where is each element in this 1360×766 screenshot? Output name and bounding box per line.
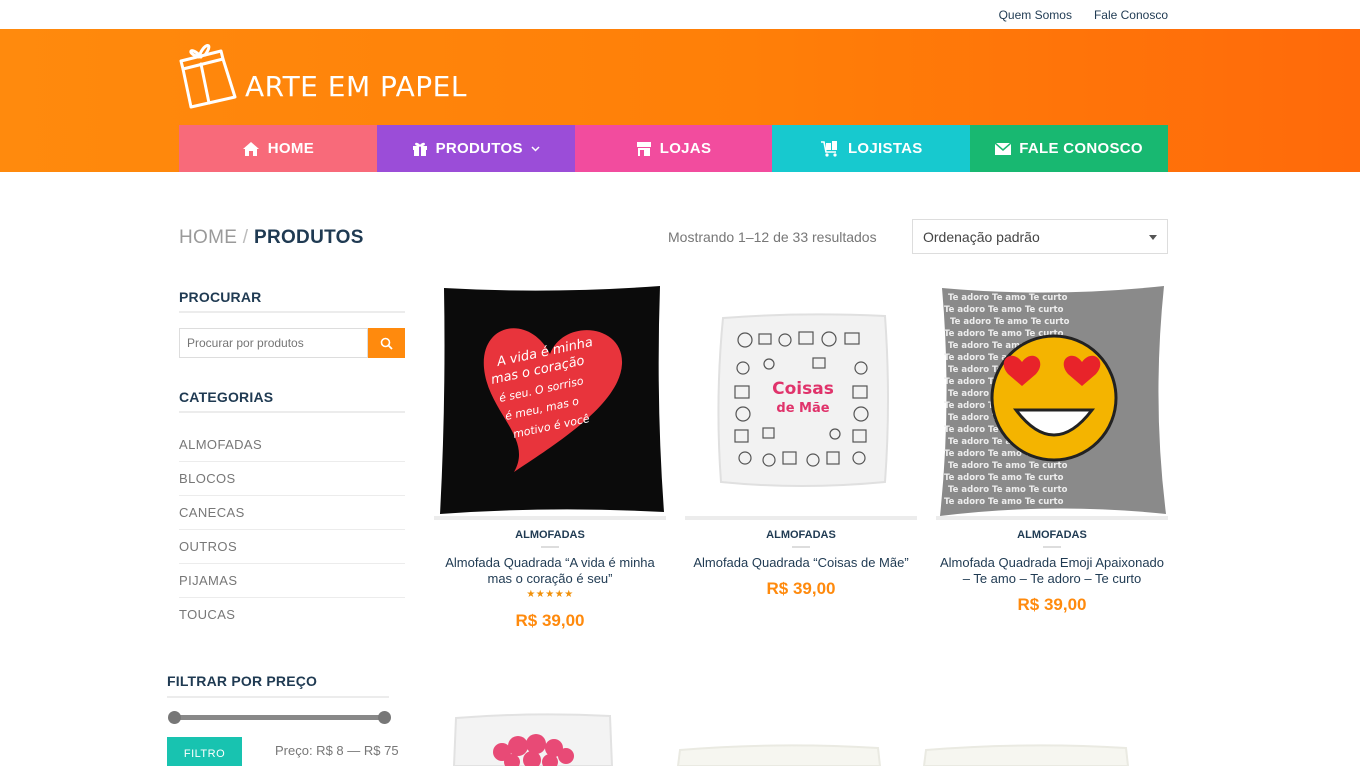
product-category: ALMOFADAS xyxy=(1017,529,1087,541)
product-image[interactable] xyxy=(452,712,614,766)
home-icon xyxy=(242,141,259,156)
category-list: ALMOFADAS BLOCOS CANECAS OUTROS PIJAMAS … xyxy=(179,428,405,632)
svg-text:de Mãe: de Mãe xyxy=(776,401,829,416)
product-price: R$ 39,00 xyxy=(766,579,836,598)
store-icon xyxy=(636,141,651,156)
product-title-line: – Te amo – Te adoro – Te curto xyxy=(962,571,1142,586)
product-card: A vida é minha mas o coração é seu. O so… xyxy=(434,284,666,634)
category-toucas[interactable]: TOUCAS xyxy=(179,598,405,632)
site-header: ARTE EM PAPEL HOME PRODUTOS LOJAS LOJIST… xyxy=(0,29,1360,172)
product-title[interactable]: Almofada Quadrada Emoji Apaixonado – Te … xyxy=(936,555,1168,587)
svg-text:Te adoro Te amo Te curto: Te adoro Te amo Te curto xyxy=(948,293,1068,303)
quem-somos-link[interactable]: Quem Somos xyxy=(999,8,1072,22)
product-price: R$ 39,00 xyxy=(515,611,585,630)
nav-lojas-label: LOJAS xyxy=(659,140,712,157)
filter-button[interactable]: FILTRO xyxy=(167,737,242,766)
product-image[interactable]: A vida é minha mas o coração é seu. O so… xyxy=(434,284,666,520)
category-canecas[interactable]: CANECAS xyxy=(179,496,405,530)
cart-icon xyxy=(820,140,837,157)
svg-text:Te adoro Te amo Te curto: Te adoro Te amo Te curto xyxy=(944,473,1064,483)
caret-down-icon xyxy=(1149,235,1157,240)
gift-icon xyxy=(412,142,427,156)
divider xyxy=(1043,546,1061,548)
nav-fale-conosco[interactable]: FALE CONOSCO xyxy=(970,125,1168,172)
product-title-line: Almofada Quadrada “Coisas de Mãe” xyxy=(693,555,909,570)
product-title[interactable]: Almofada Quadrada “Coisas de Mãe” xyxy=(685,555,917,571)
product-price: R$ 39,00 xyxy=(1017,595,1087,614)
result-count: Mostrando 1–12 de 33 resultados xyxy=(668,229,877,245)
svg-text:Te adoro Te amo Te curto: Te adoro Te amo Te curto xyxy=(950,317,1070,327)
svg-text:Te adoro Te amo Te curto: Te adoro Te amo Te curto xyxy=(944,305,1064,315)
nav-fale-label: FALE CONOSCO xyxy=(1019,140,1143,157)
nav-lojistas[interactable]: LOJISTAS xyxy=(772,125,971,172)
price-filter-title: FILTRAR POR PREÇO xyxy=(167,673,318,689)
categories-widget-title: CATEGORIAS xyxy=(179,389,274,405)
product-title-line: Almofada Quadrada “A vida é minha xyxy=(445,555,655,570)
product-image[interactable]: Coisas de Mãe xyxy=(685,284,917,520)
svg-text:Te adoro Te amo Te curto: Te adoro Te amo Te curto xyxy=(948,461,1068,471)
orderby-select[interactable]: Ordenação padrão xyxy=(912,219,1168,254)
top-links: Quem Somos Fale Conosco xyxy=(999,8,1168,22)
fale-conosco-link[interactable]: Fale Conosco xyxy=(1094,8,1168,22)
nav-home-label: HOME xyxy=(267,140,314,157)
divider xyxy=(541,546,559,548)
product-image[interactable] xyxy=(676,740,882,766)
image-shadow xyxy=(936,516,1168,520)
chevron-down-icon xyxy=(531,145,540,152)
nav-lojas[interactable]: LOJAS xyxy=(574,125,773,172)
envelope-icon xyxy=(995,142,1012,155)
image-shadow xyxy=(434,516,666,520)
top-bar: Quem Somos Fale Conosco xyxy=(0,0,1360,29)
breadcrumb-current: PRODUTOS xyxy=(253,227,364,248)
product-title[interactable]: Almofada Quadrada “A vida é minha mas o … xyxy=(434,555,666,587)
search-widget-title: PROCURAR xyxy=(179,289,262,305)
product-category: ALMOFADAS xyxy=(515,529,585,541)
site-logo[interactable]: ARTE EM PAPEL xyxy=(179,39,467,109)
star-rating: ★★★★★ xyxy=(526,589,574,600)
brand-name: ARTE EM PAPEL xyxy=(245,70,467,103)
product-search-input[interactable] xyxy=(179,328,368,358)
nav-produtos-label: PRODUTOS xyxy=(435,140,523,157)
product-category: ALMOFADAS xyxy=(766,529,836,541)
product-image[interactable] xyxy=(922,740,1130,766)
product-image[interactable]: Te adoro Te amo Te curto Te adoro Te amo… xyxy=(936,284,1168,520)
divider xyxy=(792,546,810,548)
search-button[interactable] xyxy=(368,328,405,358)
main-nav: HOME PRODUTOS LOJAS LOJISTAS FALE CONOSC… xyxy=(179,125,1168,172)
svg-text:Coisas: Coisas xyxy=(772,379,834,399)
category-pijamas[interactable]: PIJAMAS xyxy=(179,564,405,598)
svg-text:Te adoro Te amo Te curto: Te adoro Te amo Te curto xyxy=(944,497,1064,507)
orderby-value: Ordenação padrão xyxy=(923,229,1040,245)
divider xyxy=(167,696,389,698)
category-outros[interactable]: OUTROS xyxy=(179,530,405,564)
divider xyxy=(179,311,405,313)
nav-produtos[interactable]: PRODUTOS xyxy=(376,125,575,172)
breadcrumb-home[interactable]: HOME xyxy=(179,227,237,248)
category-almofadas[interactable]: ALMOFADAS xyxy=(179,428,405,462)
price-slider-min-handle[interactable] xyxy=(168,711,181,724)
nav-lojistas-label: LOJISTAS xyxy=(847,140,923,157)
image-shadow xyxy=(685,516,917,520)
price-range-label: Preço: R$ 8 — R$ 75 xyxy=(275,743,399,758)
svg-text:Te adoro Te amo Te curto: Te adoro Te amo Te curto xyxy=(948,485,1068,495)
product-title-line: Almofada Quadrada Emoji Apaixonado xyxy=(939,555,1165,570)
gift-box-logo-icon xyxy=(179,44,237,109)
product-card: Coisas de Mãe ALMOFADAS Almofada Quadrad… xyxy=(685,284,917,604)
price-slider-track[interactable] xyxy=(174,715,384,720)
product-title-line: mas o coração é seu” xyxy=(487,571,613,586)
product-card: Te adoro Te amo Te curto Te adoro Te amo… xyxy=(936,284,1168,624)
breadcrumb-separator: / xyxy=(242,227,249,248)
price-slider-max-handle[interactable] xyxy=(378,711,391,724)
nav-home[interactable]: HOME xyxy=(179,125,377,172)
divider xyxy=(179,411,405,413)
breadcrumb: HOME / PRODUTOS xyxy=(179,227,364,249)
category-blocos[interactable]: BLOCOS xyxy=(179,462,405,496)
search-icon xyxy=(380,337,393,350)
